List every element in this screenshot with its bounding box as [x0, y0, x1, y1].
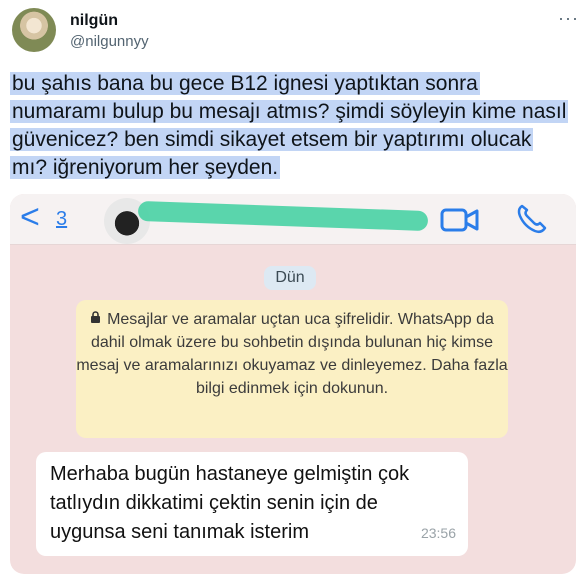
- avatar[interactable]: [12, 8, 56, 52]
- message-bubble[interactable]: Merhaba bugün hastaneye gelmiştin çok ta…: [36, 452, 468, 556]
- video-camera-icon[interactable]: [440, 206, 480, 234]
- tweet-header: nilgün @nilgunnyy ···: [0, 0, 588, 66]
- tweet-text-highlighted: bu şahıs bana bu gece B12 ignesi yaptıkt…: [10, 72, 569, 179]
- redaction-scribble: [137, 200, 429, 232]
- lock-icon: [90, 308, 101, 331]
- whatsapp-screenshot[interactable]: < 3 Dün Mesajlar ve aramalar uçtan uca ş…: [10, 194, 576, 574]
- display-name[interactable]: nilgün: [70, 12, 118, 30]
- tweet-text: bu şahıs bana bu gece B12 ignesi yaptıkt…: [10, 70, 570, 182]
- more-options-icon[interactable]: ···: [558, 8, 579, 29]
- back-arrow-icon[interactable]: <: [20, 200, 40, 234]
- chat-header: < 3: [10, 194, 576, 245]
- message-time: 23:56: [420, 525, 456, 541]
- encryption-notice-text: Mesajlar ve aramalar uçtan uca şifrelidi…: [76, 311, 508, 397]
- user-handle[interactable]: @nilgunnyy: [70, 33, 149, 50]
- message-text: Merhaba bugün hastaneye gelmiştin çok ta…: [50, 463, 410, 543]
- phone-icon[interactable]: [514, 202, 548, 236]
- unread-count[interactable]: 3: [56, 208, 67, 231]
- encryption-notice[interactable]: Mesajlar ve aramalar uçtan uca şifrelidi…: [76, 300, 508, 438]
- date-separator: Dün: [264, 266, 316, 290]
